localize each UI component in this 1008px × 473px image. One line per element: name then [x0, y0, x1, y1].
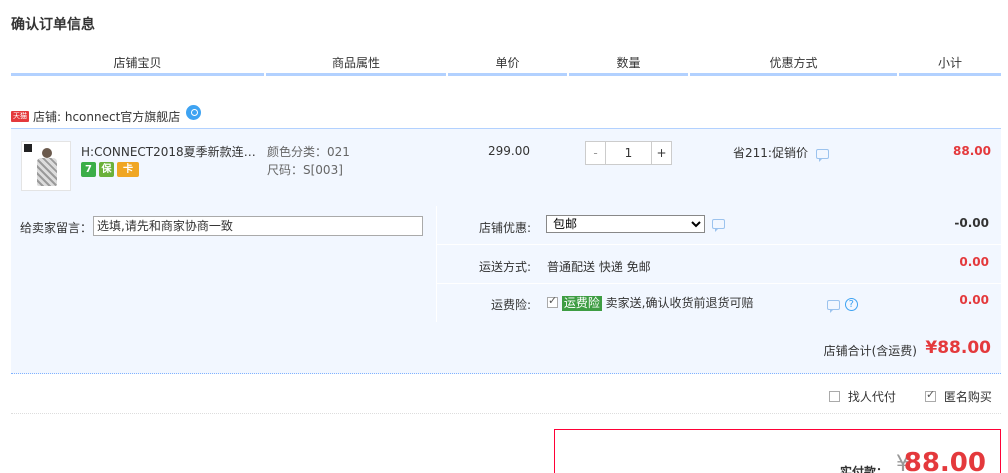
proxy-pay-option[interactable]: 找人代付 [829, 388, 896, 405]
item-subtotal: 88.00 [953, 144, 991, 158]
comment-icon[interactable] [712, 219, 725, 232]
divider [436, 244, 1001, 245]
shop-total: 店铺合计(含运费) ¥88.00 [11, 322, 1001, 374]
tmall-icon: 天猫 [11, 110, 29, 122]
dress-image [37, 158, 57, 186]
brand-mark-icon [24, 144, 32, 152]
guarantee-icon[interactable]: 保 [99, 162, 114, 177]
wangwang-chat-icon[interactable] [186, 104, 202, 120]
shipping-label: 运送方式: [478, 260, 531, 274]
column-shop-item: 店铺宝贝 [113, 56, 162, 70]
qty-input[interactable]: 1 [606, 142, 651, 164]
credit-card-icon[interactable]: 卡 [117, 162, 139, 177]
shop-discount-value: -0.00 [954, 216, 989, 230]
promo-label: 省211:促销价 [733, 146, 808, 160]
promo-icons: 7 保 卡 [81, 162, 139, 177]
column-header: 店铺宝贝 商品属性 单价 数量 优惠方式 小计 [11, 54, 1001, 76]
shop-row: 天猫 店铺: hconnect官方旗舰店 [11, 104, 202, 126]
proxy-pay-checkbox[interactable] [829, 391, 840, 402]
promo-text: 省211:促销价 [733, 144, 829, 162]
column-quantity: 数量 [616, 56, 641, 70]
seller-message-input[interactable] [93, 216, 423, 236]
page-title: 确认订单信息 [11, 17, 95, 33]
help-icon[interactable]: ? [844, 298, 858, 311]
shop-discount-select[interactable]: 包邮 [546, 215, 705, 233]
insurance-label: 运费险: [490, 298, 531, 312]
shipping-method: 普通配送 快递 免邮 [547, 260, 651, 274]
shop-total-value: ¥88.00 [925, 338, 991, 358]
anonymous-option[interactable]: 匿名购买 [925, 388, 992, 405]
column-attributes: 商品属性 [331, 56, 380, 70]
header-underline [448, 73, 567, 76]
model-head [42, 148, 52, 158]
insurance-help: ? [827, 297, 858, 313]
header-underline [899, 73, 1001, 76]
header-underline [569, 73, 688, 76]
column-discount: 优惠方式 [769, 56, 818, 70]
qty-plus-button[interactable]: + [651, 142, 671, 164]
order-item-row: H:CONNECT2018夏季新款连衣裙女雪纺条纹中长款 7 保 卡 颜色分类：… [11, 128, 1001, 206]
insurance-badge: 运费险 [561, 296, 602, 311]
memo-label: 给卖家留言： [20, 221, 93, 235]
column-subtotal: 小计 [937, 56, 962, 70]
insurance-row: 运费险 卖家送,确认收货前退货可赔 [547, 294, 754, 311]
proxy-pay-label: 找人代付 [847, 390, 896, 404]
shop-name-link[interactable]: 店铺: hconnect官方旗舰店 [33, 108, 180, 125]
column-price: 单价 [495, 56, 520, 70]
comment-icon[interactable] [827, 299, 840, 313]
insurance-checkbox[interactable] [547, 294, 558, 308]
payment-label: 实付款： [839, 465, 888, 473]
insurance-text: 卖家送,确认收货前退货可赔 [605, 296, 754, 310]
header-underline [266, 73, 446, 76]
payment-summary: 实付款： ¥ 88.00 [554, 429, 1001, 473]
payment-amount: 88.00 [903, 448, 986, 473]
quantity-stepper: - 1 + [585, 141, 672, 165]
header-underline [11, 73, 264, 76]
order-options: 给卖家留言： 店铺优惠: 包邮 -0.00 运送方式: 普通配送 快递 免邮 0… [11, 206, 1001, 322]
divider [436, 283, 1001, 284]
product-title-link[interactable]: H:CONNECT2018夏季新款连衣裙女雪纺条纹中长款 [81, 143, 261, 160]
shop-discount-label: 店铺优惠: [478, 221, 531, 235]
unit-price: 299.00 [488, 144, 530, 158]
header-underline [690, 73, 897, 76]
shipping-value: 0.00 [959, 255, 989, 269]
anonymous-checkbox[interactable] [925, 388, 936, 402]
seven-day-return-icon[interactable]: 7 [81, 162, 96, 177]
anonymous-label: 匿名购买 [943, 390, 992, 404]
extra-options: 找人代付 匿名购买 [11, 374, 1001, 414]
shop-total-label: 店铺合计(含运费) [823, 344, 917, 358]
attr-color: 颜色分类：021 [267, 145, 350, 159]
attr-size: 尺码：S[003] [267, 163, 343, 177]
insurance-value: 0.00 [959, 293, 989, 307]
product-thumbnail[interactable] [21, 141, 71, 191]
qty-minus-button[interactable]: - [586, 142, 606, 164]
comment-icon[interactable] [815, 148, 829, 162]
